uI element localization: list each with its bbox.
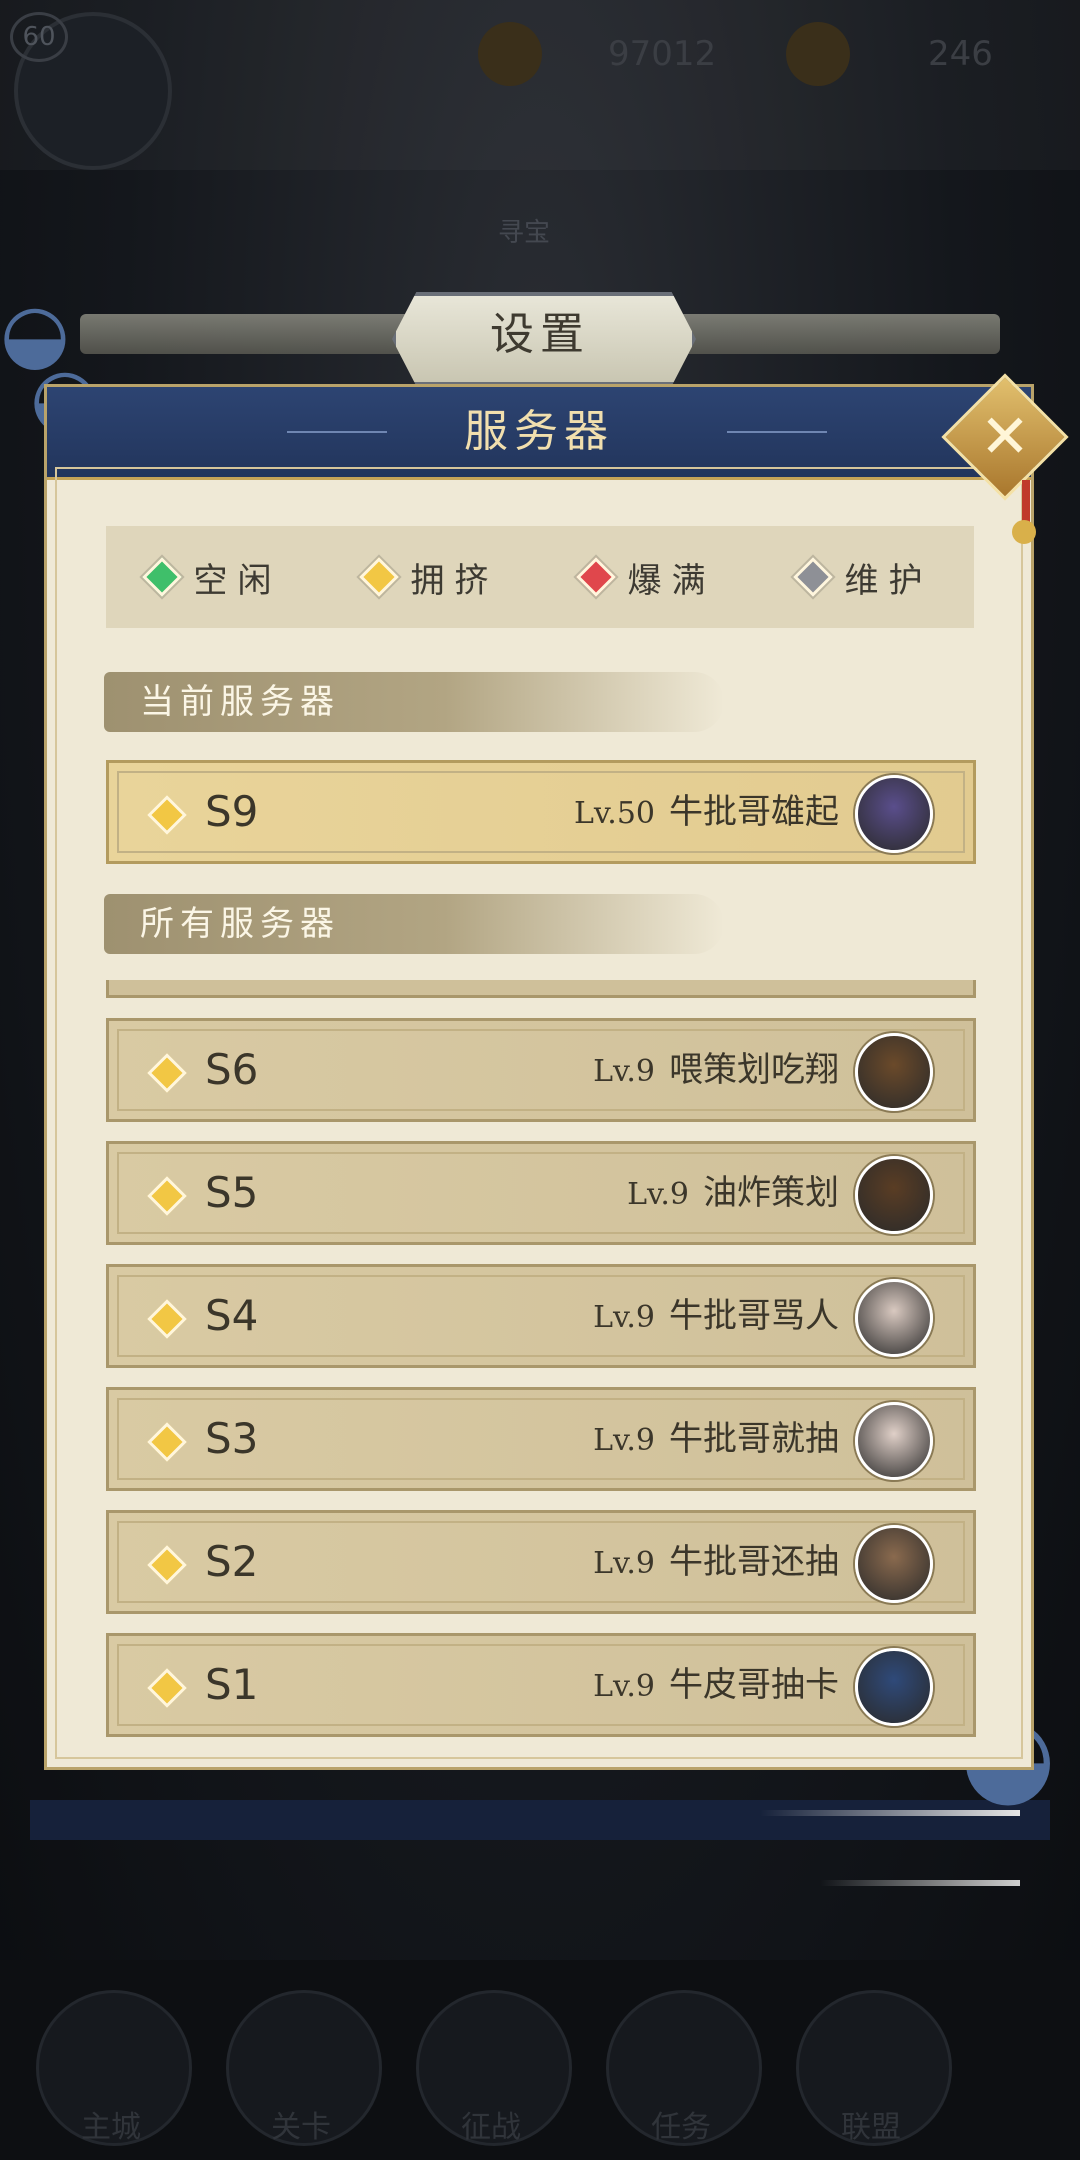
all-servers-section: 所有服务器 (104, 894, 724, 954)
character-name: 油炸策划 (703, 1173, 839, 1213)
current-server-row[interactable]: S9 Lv.50 牛批哥雄起 (106, 760, 976, 864)
status-diamond-icon (141, 557, 182, 597)
legend-idle: 空闲 (141, 553, 282, 602)
server-row[interactable]: S2 Lv.9 牛批哥还抽 (106, 1510, 976, 1614)
decorative-streak (760, 1810, 1020, 1816)
tassel-bead (1012, 520, 1036, 544)
character-level: Lv.9 (593, 1546, 655, 1581)
legend-full: 爆满 (575, 553, 716, 602)
legend-label: 爆满 (627, 560, 716, 601)
character-info: Lv.9 牛批哥骂人 (593, 1267, 839, 1367)
coin-icon (478, 22, 542, 86)
background-nav-label: 关卡 (271, 2110, 331, 2145)
character-avatar (855, 775, 933, 853)
header-divider (727, 431, 827, 433)
character-info: Lv.50 牛批哥雄起 (574, 763, 839, 863)
background-nav-label: 联盟 (841, 2110, 901, 2145)
background-currency-1: 97012 (608, 34, 717, 74)
background-treasure-label: 寻宝 (498, 218, 551, 248)
server-id: S1 (205, 1660, 259, 1709)
legend-label: 拥挤 (410, 560, 499, 601)
section-label: 所有服务器 (140, 904, 340, 944)
character-info: Lv.9 牛批哥就抽 (593, 1390, 839, 1490)
server-row[interactable]: S6 Lv.9 喂策划吃翔 (106, 1018, 976, 1122)
panel-title: 服务器 (464, 406, 614, 457)
character-name: 牛批哥还抽 (669, 1542, 839, 1582)
character-level: Lv.9 (593, 1054, 655, 1089)
server-row[interactable]: S1 Lv.9 牛皮哥抽卡 (106, 1633, 976, 1737)
server-id: S6 (205, 1045, 259, 1094)
background-level-badge: 60 (10, 12, 68, 62)
section-label: 当前服务器 (140, 682, 340, 722)
status-diamond-icon (358, 557, 399, 597)
server-id: S2 (205, 1537, 259, 1586)
legend-label: 空闲 (193, 560, 282, 601)
character-avatar (855, 1525, 933, 1603)
legend-maintenance: 维护 (792, 553, 933, 602)
character-name: 牛批哥骂人 (669, 1296, 839, 1336)
server-row[interactable]: S3 Lv.9 牛批哥就抽 (106, 1387, 976, 1491)
jade-icon (786, 22, 850, 86)
character-avatar (855, 1402, 933, 1480)
settings-tab-label: 设置 (490, 309, 590, 360)
status-diamond-icon (792, 557, 833, 597)
server-id: S3 (205, 1414, 259, 1463)
server-id: S5 (205, 1168, 259, 1217)
current-server-section: 当前服务器 (104, 672, 724, 732)
background-nav-label: 任务 (651, 2110, 711, 2145)
decorative-streak (820, 1880, 1020, 1886)
character-info: Lv.9 喂策划吃翔 (593, 1021, 839, 1121)
character-level: Lv.9 (593, 1669, 655, 1704)
server-id: S9 (205, 787, 259, 836)
character-level: Lv.9 (627, 1177, 689, 1212)
character-info: Lv.9 油炸策划 (627, 1144, 839, 1244)
background-currency-2: 246 (928, 34, 993, 74)
scrolled-row-edge (106, 980, 976, 998)
character-name: 牛批哥雄起 (669, 792, 839, 832)
background-nav-label: 征战 (461, 2110, 521, 2145)
background-strip (30, 1800, 1050, 1840)
character-level: Lv.50 (573, 796, 655, 831)
character-info: Lv.9 牛批哥还抽 (593, 1513, 839, 1613)
character-avatar (855, 1648, 933, 1726)
status-diamond-icon (575, 557, 616, 597)
character-info: Lv.9 牛皮哥抽卡 (593, 1636, 839, 1736)
close-icon[interactable]: ✕ (960, 392, 1050, 482)
character-avatar (855, 1156, 933, 1234)
character-level: Lv.9 (593, 1423, 655, 1458)
server-row[interactable]: S5 Lv.9 油炸策划 (106, 1141, 976, 1245)
legend-label: 维护 (844, 560, 933, 601)
character-name: 喂策划吃翔 (669, 1050, 839, 1090)
server-id: S4 (205, 1291, 259, 1340)
status-legend: 空闲 拥挤 爆满 维护 (106, 526, 974, 628)
character-avatar (855, 1033, 933, 1111)
character-name: 牛批哥就抽 (669, 1419, 839, 1459)
character-avatar (855, 1279, 933, 1357)
character-level: Lv.9 (593, 1300, 655, 1335)
legend-busy: 拥挤 (358, 553, 499, 602)
background-nav-label: 主城 (81, 2110, 141, 2145)
server-row[interactable]: S4 Lv.9 牛批哥骂人 (106, 1264, 976, 1368)
character-name: 牛皮哥抽卡 (669, 1665, 839, 1705)
